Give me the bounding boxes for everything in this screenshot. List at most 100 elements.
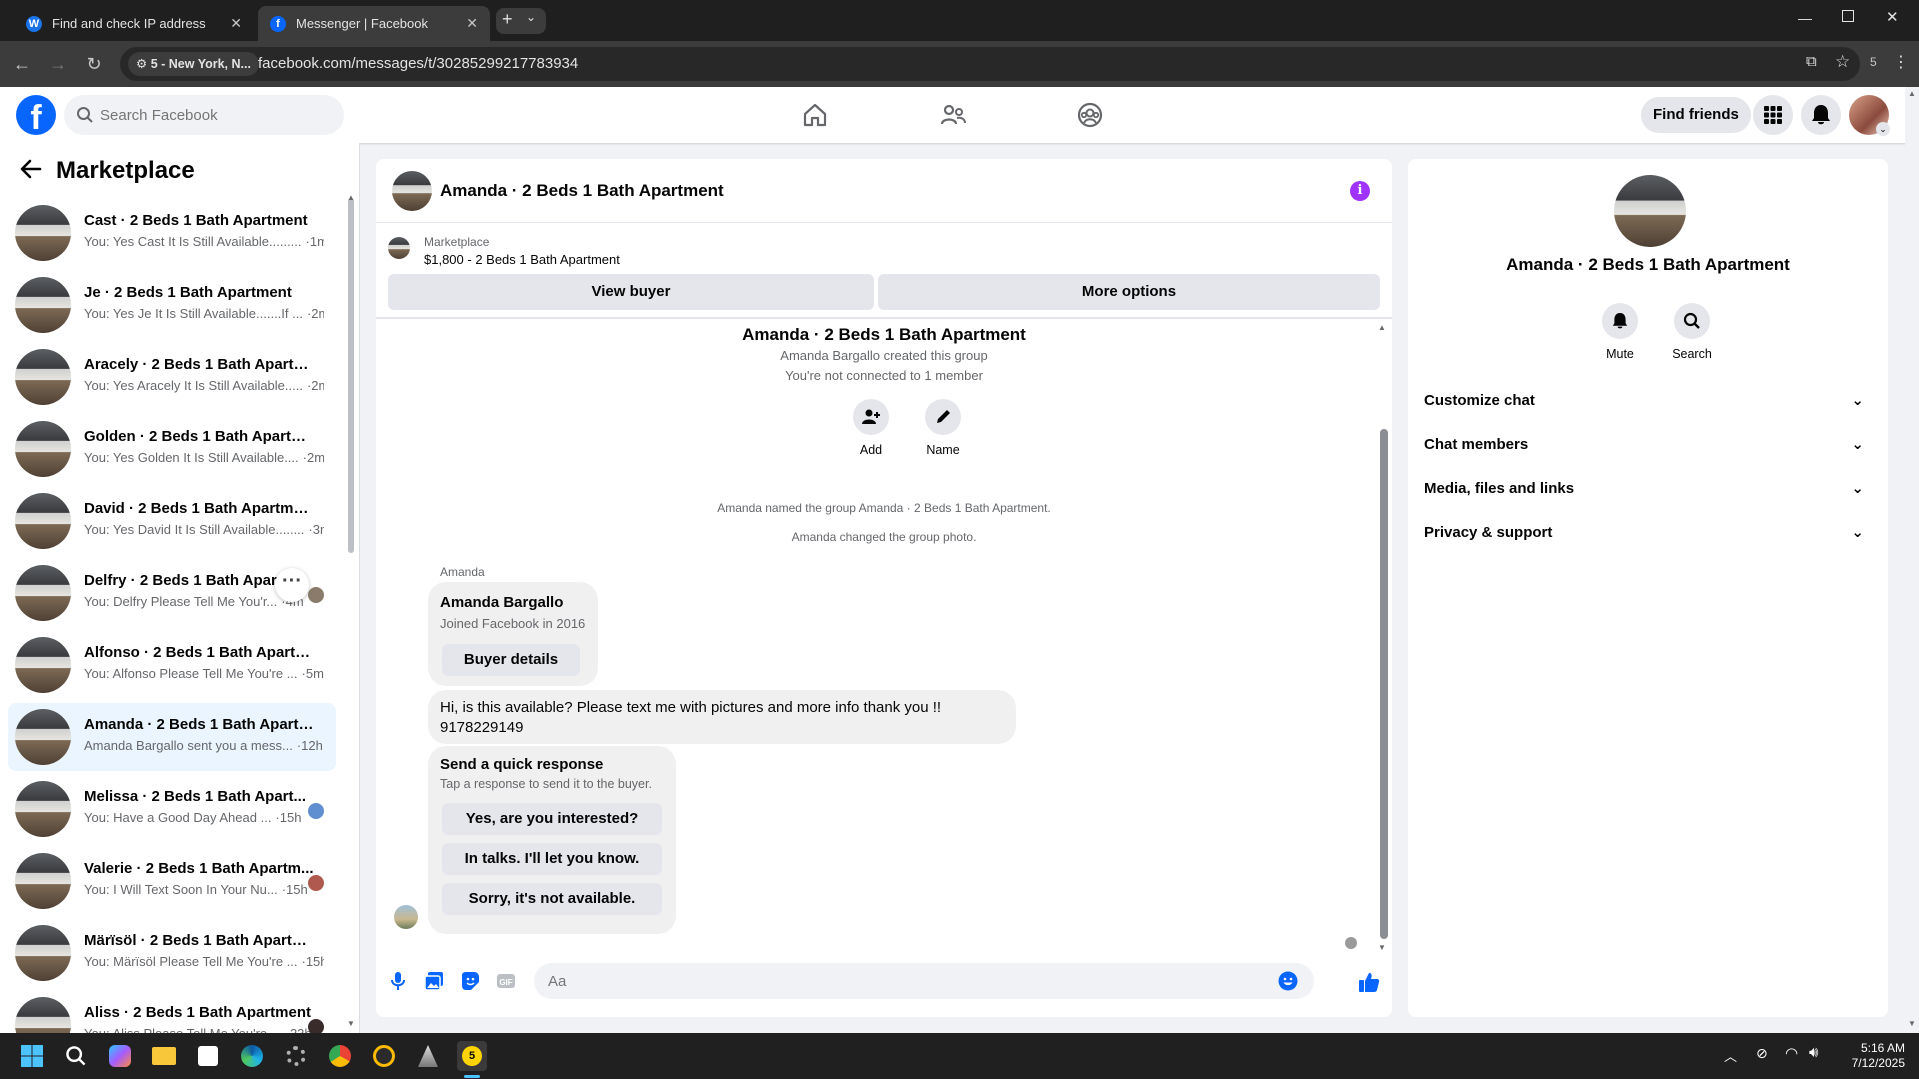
reload-icon[interactable]: ↻ (82, 52, 106, 76)
message-input[interactable] (534, 963, 1314, 999)
mute-button[interactable]: Mute (1590, 303, 1650, 361)
quick-reply-not-available[interactable]: Sorry, it's not available. (442, 883, 662, 915)
restore-icon[interactable] (1842, 10, 1854, 22)
find-friends-button[interactable]: Find friends (1641, 97, 1751, 133)
sticker-icon[interactable] (460, 971, 480, 991)
customize-chat-row[interactable]: Customize chat ⌄ (1424, 383, 1876, 419)
add-label: Add (859, 443, 883, 457)
view-buyer-button[interactable]: View buyer (388, 274, 874, 310)
gif-icon[interactable]: GIF (496, 971, 516, 991)
window-close-icon[interactable]: ✕ (1886, 8, 1899, 26)
menu-grid-button[interactable] (1753, 95, 1793, 135)
volume-icon[interactable]: 🔊︎ (1809, 1044, 1818, 1061)
tab-messenger[interactable]: f Messenger | Facebook ✕ (258, 6, 490, 41)
app-icon[interactable] (413, 1041, 443, 1071)
info-icon[interactable]: i (1350, 181, 1370, 201)
site-info-chip[interactable]: ⚙ 5 - New York, N... (128, 52, 259, 76)
wifi-icon[interactable]: ◠ (1785, 1044, 1798, 1062)
browser-menu-icon[interactable]: ⋮ (1893, 52, 1909, 72)
conversation-item[interactable]: Aracely · 2 Beds 1 Bath Apartment You: Ye… (8, 343, 336, 411)
install-app-icon[interactable]: ⧉ (1806, 53, 1817, 70)
chevron-up-icon[interactable]: ︿ (1724, 1046, 1737, 1065)
group-photo[interactable] (1614, 175, 1686, 247)
conversation-snippet: You: Märïsöl Please Tell Me You're ... ·1… (84, 954, 324, 969)
scroll-down-icon[interactable]: ▼ (1908, 1019, 1916, 1028)
new-tab-icon[interactable]: + (502, 9, 513, 30)
conversation-item[interactable]: Amanda · 2 Beds 1 Bath Apartm... Amanda B… (8, 703, 336, 771)
facebook-search[interactable] (64, 95, 344, 135)
back-icon[interactable]: ← (10, 52, 34, 76)
privacy-support-row[interactable]: Privacy & support ⌄ (1424, 515, 1876, 551)
start-windows-icon[interactable] (17, 1041, 47, 1071)
snippet-time: ·15h (301, 954, 325, 969)
emoji-icon[interactable] (1278, 971, 1298, 991)
friends-icon[interactable] (939, 101, 967, 129)
url-text[interactable]: facebook.com/messages/t/3028529921778393… (258, 55, 578, 72)
conversation-item[interactable]: Melissa · 2 Beds 1 Bath Apart... You: Hav… (8, 775, 336, 843)
conversation-item[interactable]: David · 2 Beds 1 Bath Apartment You: Yes … (8, 487, 336, 555)
microphone-icon[interactable] (388, 971, 408, 991)
read-receipt-avatar (1345, 937, 1357, 949)
chat-scrollbar[interactable] (1380, 429, 1388, 939)
xbox-app-icon[interactable] (369, 1041, 399, 1071)
facebook-logo-icon[interactable]: f (16, 95, 56, 135)
chrome-icon[interactable] (325, 1041, 355, 1071)
thumbs-up-icon[interactable] (1358, 971, 1380, 993)
chat-list-scrollbar[interactable] (348, 198, 354, 553)
edge-icon[interactable] (237, 1041, 267, 1071)
sender-avatar[interactable] (394, 905, 418, 929)
conversation-item[interactable]: Cast · 2 Beds 1 Bath Apartment You: Yes C… (8, 199, 336, 267)
scroll-down-icon[interactable]: ▼ (347, 1019, 355, 1028)
conversation-item[interactable]: Valerie · 2 Beds 1 Bath Apartm... You: I … (8, 847, 336, 915)
tab-search-chevron-icon[interactable]: ⌄ (526, 10, 536, 24)
listing-title[interactable]: $1,800 - 2 Beds 1 Bath Apartment (424, 252, 620, 267)
copilot-icon[interactable] (105, 1041, 135, 1071)
conversation-item[interactable]: Golden · 2 Beds 1 Bath Apartment You: Yes… (8, 415, 336, 483)
snippet-text: You: Yes Cast It Is Still Available.....… (84, 234, 302, 249)
forward-icon[interactable]: → (46, 52, 70, 76)
minimize-icon[interactable]: — (1798, 10, 1812, 26)
back-arrow-icon[interactable] (20, 159, 42, 179)
taskbar-clock[interactable]: 5:16 AM 7/12/2025 (1852, 1041, 1905, 1071)
groups-icon[interactable] (1076, 101, 1104, 129)
microsoft-store-icon[interactable] (193, 1041, 223, 1071)
conversation-options-button[interactable]: ··· (275, 568, 309, 602)
conversation-item[interactable]: Je · 2 Beds 1 Bath Apartment You: Yes Je … (8, 271, 336, 339)
bookmark-star-icon[interactable]: ☆ (1835, 52, 1850, 72)
close-tab-icon[interactable]: ✕ (230, 15, 242, 32)
file-explorer-icon[interactable] (149, 1041, 179, 1071)
page-scrollbar[interactable]: ▲ ▼ (1905, 87, 1919, 1033)
conversation-item[interactable]: Alfonso · 2 Beds 1 Bath Apartment You: Al… (8, 631, 336, 699)
more-options-button[interactable]: More options (878, 274, 1380, 310)
quick-reply-in-talks[interactable]: In talks. I'll let you know. (442, 843, 662, 875)
profile-5-browser-icon[interactable]: 5 (457, 1041, 487, 1071)
conversation-item[interactable]: Märïsöl · 2 Beds 1 Bath Apartment You: Mä… (8, 919, 336, 987)
message-bubble[interactable]: Hi, is this available? Please text me wi… (428, 690, 1016, 744)
search-in-chat-button[interactable]: Search (1662, 303, 1722, 361)
chat-members-row[interactable]: Chat members ⌄ (1424, 427, 1876, 463)
notifications-button[interactable] (1801, 95, 1841, 135)
scroll-up-icon[interactable]: ▲ (1378, 323, 1386, 332)
account-chevron-icon[interactable]: ⌄ (1876, 122, 1890, 136)
add-member-button[interactable]: Add (841, 399, 901, 457)
network-off-icon[interactable]: ⊘ (1756, 1045, 1768, 1062)
quick-reply-yes[interactable]: Yes, are you interested? (442, 803, 662, 835)
search-input[interactable] (100, 95, 330, 135)
buyer-details-button[interactable]: Buyer details (442, 644, 580, 676)
name-group-button[interactable]: Name (913, 399, 973, 457)
media-files-links-row[interactable]: Media, files and links ⌄ (1424, 471, 1876, 507)
listing-thumbnail[interactable] (388, 237, 410, 259)
address-bar[interactable]: ⚙ 5 - New York, N... facebook.com/messag… (120, 47, 1860, 81)
conversation-item[interactable]: Aliss · 2 Beds 1 Bath Apartment You: Alis… (8, 991, 336, 1033)
settings-gear-icon[interactable] (281, 1041, 311, 1071)
chat-title[interactable]: Amanda · 2 Beds 1 Bath Apartment (440, 181, 724, 201)
close-tab-icon[interactable]: ✕ (466, 15, 478, 32)
photo-icon[interactable] (424, 971, 444, 991)
home-icon[interactable] (801, 101, 829, 129)
scroll-up-icon[interactable]: ▲ (347, 193, 355, 202)
profile-badge[interactable]: 5 (1870, 55, 1877, 69)
scroll-up-icon[interactable]: ▲ (1908, 89, 1916, 98)
search-icon[interactable] (61, 1041, 91, 1071)
group-avatar[interactable] (392, 171, 432, 211)
tab-find-ip[interactable]: W Find and check IP address ✕ (14, 6, 254, 41)
